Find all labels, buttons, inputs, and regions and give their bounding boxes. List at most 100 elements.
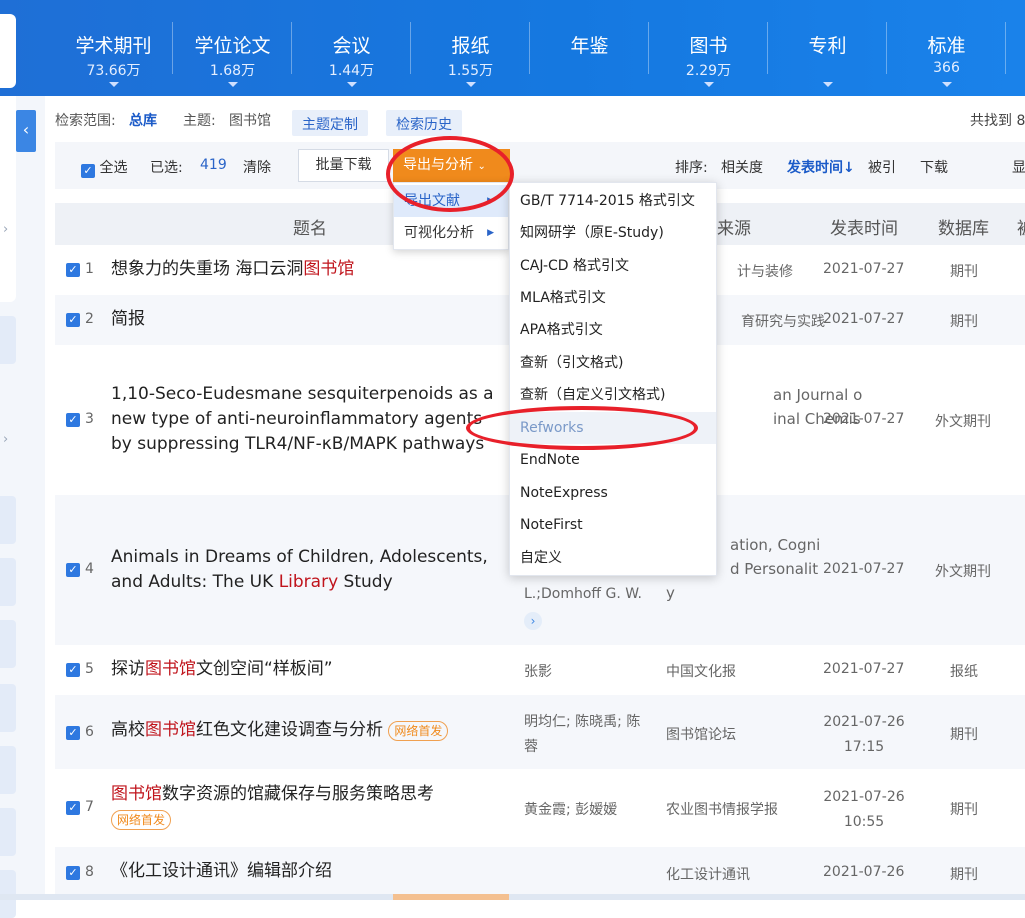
menu-item-novelty-search[interactable]: 查新（引文格式) [510, 347, 716, 379]
row-database: 期刊 [950, 802, 978, 818]
tab-newspapers[interactable]: 报纸 1.55万 [411, 0, 530, 96]
selected-label: 已选: [150, 160, 183, 176]
row-title[interactable]: 1,10-Seco-Eudesmane sesquiterpenoids as … [111, 382, 494, 457]
column-header-extra[interactable]: 被 [1017, 214, 1025, 239]
row-author[interactable]: 张影 [524, 661, 552, 681]
annotation-oval [466, 406, 698, 450]
tab-label: 标准 [927, 35, 966, 57]
topic-customize-button[interactable]: 主题定制 [292, 110, 368, 136]
sidebar-block[interactable] [0, 620, 16, 668]
chevron-right-icon[interactable]: › [3, 222, 8, 237]
sidebar-block[interactable] [0, 684, 16, 732]
checkbox-checked-icon: ✓ [81, 164, 95, 178]
tab-patents[interactable]: 专利 [768, 0, 887, 96]
row-source[interactable]: 中国文化报 [666, 661, 736, 681]
tab-yearbooks[interactable]: 年鉴 [530, 0, 649, 96]
row-author[interactable]: 黄金霞; 彭嫒嫒 [524, 799, 617, 819]
row-title[interactable]: 图书馆数字资源的馆藏保存与服务策略思考 网络首发 [111, 782, 434, 832]
table-row[interactable]: ✓ 5 探访图书馆文创空间“样板间” 张影 中国文化报 2021-07-27 报… [55, 645, 1025, 695]
row-database: 外文期刊 [935, 414, 991, 430]
horizontal-scrollbar[interactable] [0, 894, 1025, 900]
menu-item-mla[interactable]: MLA格式引文 [510, 282, 716, 314]
menu-item-noteexpress[interactable]: NoteExpress [510, 477, 716, 509]
table-row[interactable]: ✓ 7 图书馆数字资源的馆藏保存与服务策略思考 网络首发 黄金霞; 彭嫒嫒 农业图… [55, 769, 1025, 847]
display-toggle[interactable]: 显 [1012, 157, 1025, 177]
row-checkbox[interactable]: ✓ [66, 801, 80, 815]
row-source[interactable]: 育研究与实践 [741, 311, 825, 331]
chevron-right-icon[interactable]: › [3, 432, 8, 447]
column-header-source[interactable]: 来源 [717, 214, 751, 239]
sort-by-cited[interactable]: 被引 [868, 157, 896, 177]
row-title[interactable]: Animals in Dreams of Children, Adolescen… [111, 545, 488, 595]
menu-item-visual-analysis[interactable]: 可视化分析 ▶ [394, 217, 508, 249]
sort-by-date[interactable]: 发表时间↓ [787, 157, 855, 177]
menu-item-notefirst[interactable]: NoteFirst [510, 509, 716, 541]
tab-label: 专利 [808, 35, 847, 57]
chevron-right-icon[interactable]: › [524, 612, 542, 630]
menu-item-custom[interactable]: 自定义 [510, 542, 716, 574]
row-checkbox[interactable]: ✓ [66, 866, 80, 880]
row-source[interactable]: 化工设计通讯 [666, 864, 750, 884]
row-author[interactable]: 明均仁; 陈晓禹; 陈 蓉 [524, 710, 640, 760]
select-all-checkbox[interactable]: ✓ 全选 [81, 157, 127, 178]
tab-books[interactable]: 图书 2.29万 [649, 0, 768, 96]
online-first-badge: 网络首发 [111, 810, 172, 830]
sidebar-block[interactable] [0, 558, 16, 606]
title-text: 想象力的失重场 海口云洞 [111, 259, 304, 279]
row-source[interactable]: 农业图书情报学报 [666, 799, 778, 819]
sidebar-block[interactable] [0, 808, 16, 856]
batch-download-button[interactable]: 批量下载 [298, 149, 389, 182]
tab-standards[interactable]: 标准 366 [887, 0, 1006, 96]
search-history-button[interactable]: 检索历史 [386, 110, 462, 136]
title-highlight: 图书馆 [145, 720, 196, 740]
row-checkbox[interactable]: ✓ [66, 263, 80, 277]
author-line: 明均仁; 陈晓禹; 陈 [524, 714, 641, 730]
scrollbar-thumb[interactable] [393, 894, 509, 900]
tab-conferences[interactable]: 会议 1.44万 [292, 0, 411, 96]
row-author[interactable]: L.;Domhoff G. W. [524, 586, 642, 602]
author-line: 蓉 [524, 739, 538, 755]
row-checkbox[interactable]: ✓ [66, 663, 80, 677]
row-title[interactable]: 想象力的失重场 海口云洞图书馆 [111, 257, 354, 282]
column-header-date[interactable]: 发表时间 [830, 214, 898, 239]
sidebar-block[interactable] [0, 746, 16, 794]
collapse-sidebar-button[interactable]: ‹ [16, 110, 36, 152]
arrow-down-icon: ↓ [843, 160, 855, 176]
row-checkbox[interactable]: ✓ [66, 413, 80, 427]
title-text: 文创空间“样板间” [196, 659, 333, 679]
time-text: 17:15 [843, 739, 885, 755]
sort-by-download[interactable]: 下载 [920, 157, 948, 177]
menu-item-apa[interactable]: APA格式引文 [510, 314, 716, 346]
title-line: new type of anti-neuroinflammatory agent… [111, 409, 483, 429]
row-title[interactable]: 探访图书馆文创空间“样板间” [111, 657, 333, 682]
tab-count: 2.29万 [685, 63, 732, 79]
menu-item-caj-cd[interactable]: CAJ-CD 格式引文 [510, 250, 716, 282]
row-checkbox[interactable]: ✓ [66, 313, 80, 327]
time-text: 10:55 [843, 814, 885, 830]
row-date: 2021-07-26 17:15 [823, 710, 905, 760]
menu-item-e-study[interactable]: 知网研学（原E-Study) [510, 217, 716, 249]
row-source[interactable]: 计与装修 [737, 261, 793, 281]
caret-right-icon: ▶ [487, 228, 494, 238]
tab-dissertations[interactable]: 学位论文 1.68万 [173, 0, 292, 96]
column-header-title[interactable]: 题名 [293, 214, 327, 239]
clear-selection-link[interactable]: 清除 [243, 157, 271, 177]
row-number: 8 [85, 864, 94, 880]
menu-item-gbt-7714[interactable]: GB/T 7714-2015 格式引文 [510, 185, 716, 217]
row-title[interactable]: 简报 [111, 307, 145, 332]
row-title[interactable]: 《化工设计通讯》编辑部介绍 [111, 859, 332, 884]
row-checkbox[interactable]: ✓ [66, 563, 80, 577]
sidebar-block[interactable] [0, 316, 16, 364]
row-checkbox[interactable]: ✓ [66, 726, 80, 740]
column-header-database[interactable]: 数据库 [938, 214, 989, 239]
row-title[interactable]: 高校图书馆红色文化建设调查与分析 网络首发 [111, 718, 449, 743]
sort-relevance[interactable]: 相关度 [721, 157, 763, 177]
tab-academic-journals[interactable]: 学术期刊 73.66万 [54, 0, 173, 96]
sidebar-block[interactable] [0, 496, 16, 544]
table-row[interactable]: ✓ 6 高校图书馆红色文化建设调查与分析 网络首发 明均仁; 陈晓禹; 陈 蓉 … [55, 695, 1025, 769]
online-first-badge: 网络首发 [388, 721, 449, 741]
row-source[interactable]: 图书馆论坛 [666, 724, 736, 744]
table-row[interactable]: ✓ 8 《化工设计通讯》编辑部介绍 化工设计通讯 2021-07-26 期刊 [55, 847, 1025, 894]
selected-count: 419 [200, 157, 227, 173]
scope-value[interactable]: 总库 [129, 110, 157, 130]
